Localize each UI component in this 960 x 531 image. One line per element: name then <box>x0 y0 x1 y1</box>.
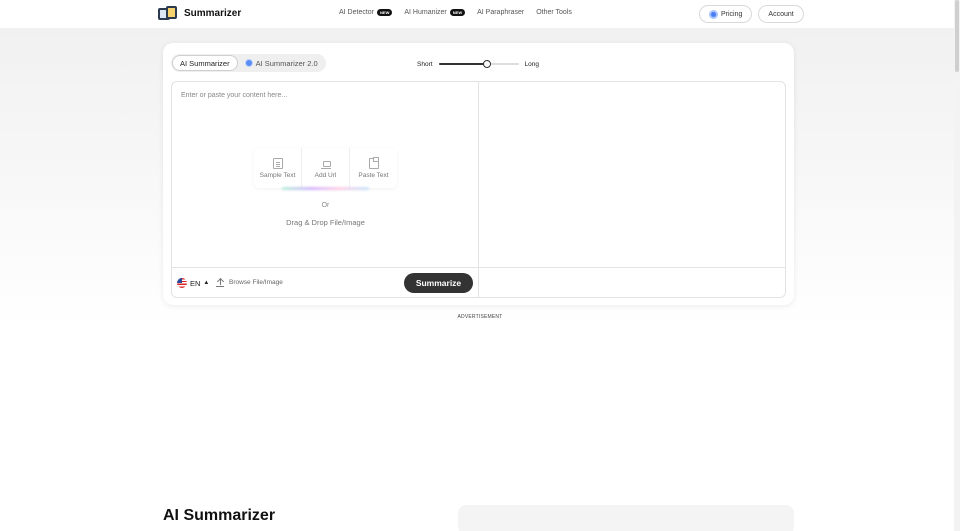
browse-file-button[interactable]: Browse File/Image <box>216 278 283 287</box>
nav-link-label: AI Humanizer <box>404 9 447 16</box>
slider-thumb[interactable] <box>482 60 491 68</box>
link-icon <box>320 158 331 169</box>
output-pane <box>479 82 785 267</box>
drag-drop-hint: Drag & Drop File/Image <box>286 218 365 227</box>
summarize-button[interactable]: Summarize <box>404 273 473 293</box>
advertisement-label: ADVERTISEMENT <box>457 314 503 320</box>
input-footer: EN ▲ Browse File/Image Summarize <box>172 268 479 297</box>
nav-link-label: AI Detector <box>339 9 375 16</box>
logo-icon <box>158 5 178 21</box>
nav-link-ai-paraphraser[interactable]: AI Paraphraser <box>477 9 524 16</box>
ai-icon <box>244 59 253 67</box>
or-separator: Or <box>321 202 330 209</box>
upload-icon <box>216 278 224 287</box>
qa-label: Sample Text <box>259 171 296 179</box>
language-code: EN <box>190 278 201 288</box>
caret-up-icon: ▲ <box>203 280 210 286</box>
sample-text-button[interactable]: Sample Text <box>254 148 301 188</box>
tab-label: AI Summarizer 2.0 <box>255 58 318 68</box>
scrollbar-thumb[interactable] <box>955 0 959 72</box>
pricing-icon <box>709 9 718 19</box>
length-slider[interactable] <box>438 60 519 68</box>
qa-label: Paste Text <box>358 171 389 179</box>
short-label: Short <box>417 60 433 68</box>
tab-ai-summarizer[interactable]: AI Summarizer <box>172 55 238 71</box>
input-pane[interactable]: Enter or paste your content here... Samp… <box>172 82 479 267</box>
new-badge: NEW <box>449 9 466 16</box>
us-flag-icon <box>177 278 187 288</box>
nav-link-ai-detector[interactable]: AI Detector NEW <box>339 9 393 16</box>
nav-link-label: AI Paraphraser <box>477 9 525 16</box>
nav-link-label: Other Tools <box>536 9 572 16</box>
pricing-button[interactable]: Pricing <box>699 5 753 23</box>
summary-length-control: Short Long <box>417 60 539 68</box>
account-button[interactable]: Account <box>758 5 804 23</box>
quick-actions: Sample Text Add Url Paste Text <box>254 148 397 188</box>
browse-label: Browse File/Image <box>229 279 283 286</box>
input-placeholder[interactable]: Enter or paste your content here... <box>181 92 287 99</box>
account-label: Account <box>768 10 794 18</box>
add-url-button[interactable]: Add Url <box>301 148 349 188</box>
brand-name: Summarizer <box>184 7 242 19</box>
nav-link-ai-humanizer[interactable]: AI Humanizer NEW <box>404 9 466 16</box>
qa-label: Add Url <box>314 171 337 179</box>
language-selector[interactable]: EN ▲ <box>177 278 209 288</box>
nav-links: AI Detector NEW AI Humanizer NEW AI Para… <box>339 9 572 16</box>
section-media-placeholder <box>458 505 794 531</box>
clipboard-icon <box>368 156 379 169</box>
long-label: Long <box>524 60 540 68</box>
new-badge: NEW <box>377 9 393 16</box>
editor-area: Enter or paste your content here... Samp… <box>171 81 786 298</box>
tab-ai-summarizer-2[interactable]: AI Summarizer 2.0 <box>238 55 325 71</box>
nav-actions: Pricing Account <box>699 5 804 23</box>
section-title: AI Summarizer <box>163 507 276 524</box>
top-navbar: Summarizer AI Detector NEW AI Humanizer … <box>0 0 960 28</box>
slider-fill <box>438 63 487 65</box>
page-scrollbar[interactable] <box>954 0 960 531</box>
paste-text-button[interactable]: Paste Text <box>349 148 397 188</box>
mode-tabs: AI Summarizer AI Summarizer 2.0 <box>171 54 326 72</box>
nav-link-other-tools[interactable]: Other Tools <box>536 9 572 16</box>
brand-logo[interactable]: Summarizer <box>158 5 241 21</box>
document-icon <box>272 157 283 169</box>
editor-footer: EN ▲ Browse File/Image Summarize <box>172 267 785 297</box>
pricing-label: Pricing <box>721 10 743 18</box>
tab-label: AI Summarizer <box>180 58 230 68</box>
summarizer-card: AI Summarizer AI Summarizer 2.0 Short Lo… <box>163 43 794 305</box>
